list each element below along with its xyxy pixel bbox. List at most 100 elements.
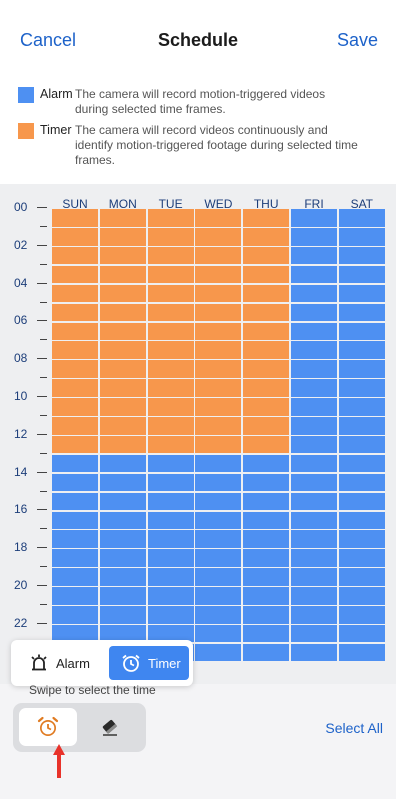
schedule-cell[interactable] <box>338 624 385 643</box>
schedule-cell[interactable] <box>147 398 194 416</box>
schedule-cell[interactable] <box>99 549 146 567</box>
schedule-cell[interactable] <box>291 284 337 303</box>
schedule-cell[interactable] <box>243 228 290 246</box>
schedule-cell[interactable] <box>338 587 385 605</box>
schedule-cell[interactable] <box>195 473 242 492</box>
schedule-cell[interactable] <box>52 379 98 397</box>
schedule-cell[interactable] <box>195 587 242 605</box>
schedule-cell[interactable] <box>195 643 242 662</box>
schedule-cell[interactable] <box>243 360 290 378</box>
schedule-cell[interactable] <box>338 417 385 435</box>
schedule-cell[interactable] <box>52 473 98 492</box>
schedule-cell[interactable] <box>99 435 146 454</box>
schedule-cell[interactable] <box>291 587 337 605</box>
schedule-cell[interactable] <box>99 284 146 303</box>
schedule-cell[interactable] <box>52 284 98 303</box>
schedule-cell[interactable] <box>147 341 194 359</box>
schedule-cell[interactable] <box>52 303 98 322</box>
schedule-cell[interactable] <box>52 417 98 435</box>
schedule-cell[interactable] <box>99 454 146 473</box>
schedule-cell[interactable] <box>99 379 146 397</box>
schedule-cell[interactable] <box>338 398 385 416</box>
schedule-cell[interactable] <box>338 265 385 284</box>
save-button[interactable]: Save <box>337 30 378 51</box>
schedule-cell[interactable] <box>338 454 385 473</box>
schedule-cell[interactable] <box>338 530 385 548</box>
schedule-cell[interactable] <box>338 322 385 341</box>
schedule-cell[interactable] <box>338 606 385 624</box>
schedule-cell[interactable] <box>99 398 146 416</box>
schedule-cell[interactable] <box>52 209 98 227</box>
schedule-cell[interactable] <box>243 341 290 359</box>
schedule-cell[interactable] <box>99 473 146 492</box>
schedule-cell[interactable] <box>243 606 290 624</box>
schedule-cell[interactable] <box>195 265 242 284</box>
schedule-cell[interactable] <box>338 379 385 397</box>
schedule-cell[interactable] <box>99 209 146 227</box>
mode-timer-button[interactable]: Timer <box>109 646 189 680</box>
schedule-cell[interactable] <box>338 643 385 662</box>
schedule-cell[interactable] <box>147 417 194 435</box>
schedule-cell[interactable] <box>195 341 242 359</box>
select-all-button[interactable]: Select All <box>325 720 383 736</box>
schedule-cell[interactable] <box>291 643 337 662</box>
schedule-cell[interactable] <box>291 624 337 643</box>
schedule-cell[interactable] <box>291 209 337 227</box>
schedule-cell[interactable] <box>243 587 290 605</box>
schedule-cell[interactable] <box>291 322 337 341</box>
schedule-cell[interactable] <box>291 341 337 359</box>
schedule-cell[interactable] <box>195 606 242 624</box>
schedule-cell[interactable] <box>291 454 337 473</box>
schedule-cell[interactable] <box>338 568 385 586</box>
schedule-cell[interactable] <box>338 341 385 359</box>
schedule-cell[interactable] <box>52 549 98 567</box>
schedule-cell[interactable] <box>195 303 242 322</box>
schedule-cell[interactable] <box>195 209 242 227</box>
schedule-cell[interactable] <box>52 265 98 284</box>
schedule-cell[interactable] <box>291 360 337 378</box>
schedule-cell[interactable] <box>52 568 98 586</box>
eraser-tool-button[interactable] <box>81 708 139 746</box>
schedule-cell[interactable] <box>52 435 98 454</box>
schedule-cell[interactable] <box>195 379 242 397</box>
schedule-cell[interactable] <box>147 209 194 227</box>
schedule-cell[interactable] <box>195 624 242 643</box>
schedule-cell[interactable] <box>147 549 194 567</box>
schedule-cell[interactable] <box>338 549 385 567</box>
schedule-cell[interactable] <box>99 265 146 284</box>
schedule-cell[interactable] <box>195 417 242 435</box>
schedule-cell[interactable] <box>243 417 290 435</box>
schedule-cell[interactable] <box>338 228 385 246</box>
schedule-cell[interactable] <box>243 209 290 227</box>
schedule-cell[interactable] <box>195 322 242 341</box>
schedule-cell[interactable] <box>52 530 98 548</box>
schedule-cell[interactable] <box>243 492 290 511</box>
schedule-cell[interactable] <box>52 341 98 359</box>
schedule-cell[interactable] <box>147 473 194 492</box>
schedule-cell[interactable] <box>52 322 98 341</box>
schedule-cell[interactable] <box>338 511 385 530</box>
schedule-cell[interactable] <box>243 379 290 397</box>
schedule-cell[interactable] <box>147 606 194 624</box>
schedule-cell[interactable] <box>99 530 146 548</box>
schedule-cell[interactable] <box>99 492 146 511</box>
schedule-cell[interactable] <box>243 530 290 548</box>
schedule-cell[interactable] <box>338 492 385 511</box>
schedule-cell[interactable] <box>291 549 337 567</box>
schedule-cell[interactable] <box>99 246 146 265</box>
schedule-cell[interactable] <box>147 228 194 246</box>
schedule-cell[interactable] <box>147 360 194 378</box>
schedule-cell[interactable] <box>291 246 337 265</box>
schedule-cell[interactable] <box>338 360 385 378</box>
schedule-cell[interactable] <box>291 379 337 397</box>
schedule-cell[interactable] <box>195 454 242 473</box>
schedule-cell[interactable] <box>52 606 98 624</box>
schedule-cell[interactable] <box>243 398 290 416</box>
schedule-cell[interactable] <box>338 246 385 265</box>
schedule-cell[interactable] <box>291 228 337 246</box>
schedule-cell[interactable] <box>147 587 194 605</box>
schedule-cell[interactable] <box>147 246 194 265</box>
schedule-cell[interactable] <box>147 435 194 454</box>
schedule-cell[interactable] <box>195 435 242 454</box>
schedule-cell[interactable] <box>147 322 194 341</box>
